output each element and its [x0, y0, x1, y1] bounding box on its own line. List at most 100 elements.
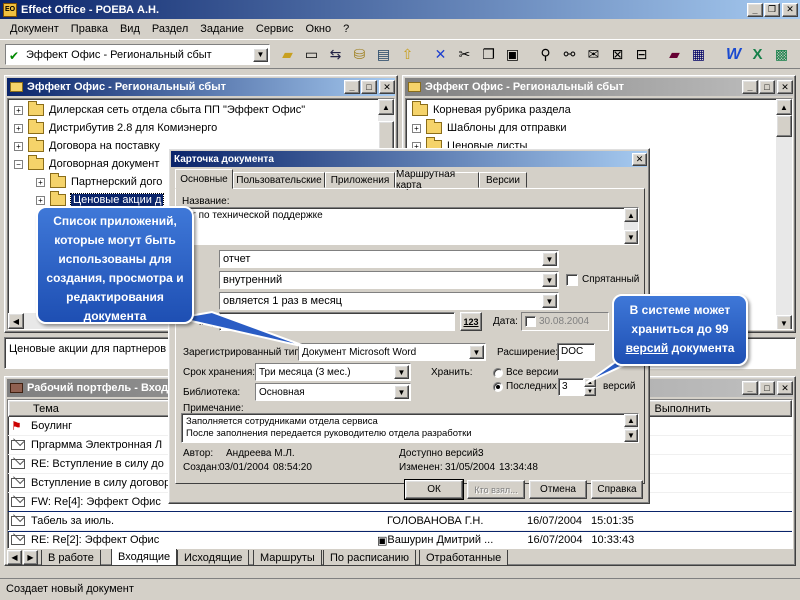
sheet-icon[interactable]: ▩	[770, 43, 793, 66]
reg-type-combo[interactable]: Документ Microsoft Word ▼	[298, 343, 486, 361]
table-row[interactable]: RE: Re[2]: Эффект Офис ▣ Вашурин Дмитрий .…	[8, 531, 792, 548]
chevron-down-icon[interactable]: ▼	[394, 385, 409, 399]
hidden-checkbox[interactable]	[566, 274, 578, 286]
chevron-down-icon[interactable]: ▼	[253, 47, 268, 62]
minimize-icon[interactable]: _	[742, 381, 758, 395]
versions-count-field[interactable]: 3	[558, 378, 584, 396]
folder-up-icon[interactable]: ⇧	[396, 43, 419, 66]
scrollbar-vertical[interactable]: ▲ ▼	[624, 208, 638, 244]
all-versions-radio[interactable]	[493, 368, 503, 378]
tree-item[interactable]: + Дистрибутив 2.8 для Комиэнерго	[14, 119, 394, 137]
storage-combo[interactable]: Три месяца (3 мес.) ▼	[255, 363, 411, 381]
briefcase-icon[interactable]: ▰	[663, 43, 686, 66]
chevron-down-icon[interactable]: ▼	[469, 345, 484, 359]
tree-item[interactable]: + Дилерская сеть отдела сбыта ПП "Эффект …	[14, 101, 394, 119]
portfolio-tab[interactable]: Маршруты	[253, 550, 322, 566]
dialog-tab[interactable]: Версии	[479, 172, 527, 188]
close-icon[interactable]: ✕	[782, 2, 798, 17]
close-icon[interactable]: ✕	[777, 381, 793, 395]
scroll-up-icon[interactable]: ▲	[624, 414, 638, 427]
move-icon[interactable]: ⇆	[324, 43, 347, 66]
cancel-button[interactable]: Отмена	[529, 480, 587, 499]
maximize-icon[interactable]: □	[759, 381, 775, 395]
menu-item[interactable]: Задание	[194, 23, 250, 35]
menu-item[interactable]: Окно	[300, 23, 338, 35]
minimize-icon[interactable]: _	[747, 2, 763, 17]
portfolio-tab[interactable]: По расписанию	[323, 550, 417, 566]
restore-icon[interactable]: ❐	[764, 2, 780, 17]
scroll-up-icon[interactable]: ▲	[378, 99, 394, 115]
expand-icon[interactable]: +	[36, 195, 45, 205]
close-icon[interactable]: ✕	[379, 80, 395, 94]
mail-icon[interactable]: ✉	[582, 43, 605, 66]
dialog-tab[interactable]: Пользовательские	[233, 172, 325, 188]
database-icon[interactable]: ⛁	[348, 43, 371, 66]
scroll-down-icon[interactable]: ▼	[624, 429, 638, 442]
maximize-icon[interactable]: □	[759, 80, 775, 94]
spin-up-icon[interactable]: ▲	[584, 378, 596, 387]
find-replace-icon[interactable]: ⚯	[558, 43, 581, 66]
type-combo[interactable]: отчет ▼	[219, 250, 559, 268]
scroll-up-icon[interactable]: ▲	[776, 99, 792, 115]
tab-scroll-right-icon[interactable]: ▶	[23, 550, 38, 565]
expand-icon[interactable]: +	[36, 177, 45, 187]
name-field[interactable]: ет по технической поддержке ▲ ▼	[181, 207, 639, 245]
tree-root[interactable]: Корневая рубрика раздела	[412, 101, 792, 119]
scroll-down-icon[interactable]: ▼	[624, 230, 638, 244]
tree-item[interactable]: + Шаблоны для отправки	[412, 119, 792, 137]
period-combo[interactable]: овляется 1 раз в месяц ▼	[219, 292, 559, 310]
chevron-down-icon[interactable]: ▼	[542, 252, 557, 266]
extension-field[interactable]: DOC	[557, 343, 595, 361]
scroll-down-icon[interactable]: ▼	[776, 315, 792, 329]
scroll-thumb[interactable]	[776, 115, 792, 137]
who-took-button[interactable]: Кто взял...	[467, 480, 525, 499]
column-perform[interactable]: Выполнить	[655, 403, 711, 415]
menu-item[interactable]: Вид	[114, 23, 146, 35]
minimize-icon[interactable]: _	[742, 80, 758, 94]
number-field[interactable]	[219, 312, 455, 331]
close-icon[interactable]: ✕	[777, 80, 793, 94]
excel-icon[interactable]: X	[746, 43, 769, 66]
scroll-up-icon[interactable]: ▲	[624, 208, 638, 222]
expand-icon[interactable]: +	[412, 123, 421, 133]
maximize-icon[interactable]: □	[361, 80, 377, 94]
table-row[interactable]: Табель за июль. ГОЛОВАНОВА Г.Н. 16/07/2004…	[8, 511, 792, 532]
dialog-tab[interactable]: Маршрутная карта	[395, 169, 479, 191]
close-icon[interactable]: ✕	[632, 152, 647, 166]
new-document-icon[interactable]: ▭	[300, 43, 323, 66]
section-combo[interactable]: ✔ Эффект Офис - Региональный сбыт ▼	[5, 44, 270, 65]
expand-icon[interactable]: +	[14, 141, 23, 151]
column-subject[interactable]: Тема	[33, 403, 59, 415]
expand-icon[interactable]: +	[14, 123, 23, 133]
folder-open-icon[interactable]: ▰	[276, 43, 299, 66]
properties-icon[interactable]: ▤	[372, 43, 395, 66]
scope-combo[interactable]: внутренний ▼	[219, 271, 559, 289]
menu-item[interactable]: Документ	[4, 23, 65, 35]
collapse-icon[interactable]: −	[14, 159, 23, 169]
chevron-down-icon[interactable]: ▼	[394, 365, 409, 379]
chevron-down-icon[interactable]: ▼	[542, 294, 557, 308]
spin-down-icon[interactable]: ▼	[584, 387, 596, 396]
help-button[interactable]: Справка	[591, 480, 643, 499]
minimize-icon[interactable]: _	[344, 80, 360, 94]
scrollbar-vertical[interactable]: ▲ ▼	[776, 99, 792, 329]
tab-scroll-left-icon[interactable]: ◀	[7, 550, 22, 565]
last-versions-radio[interactable]	[493, 382, 503, 392]
scrollbar-vertical[interactable]: ▲ ▼	[624, 414, 638, 442]
date-checkbox[interactable]	[525, 316, 536, 327]
auto-number-button[interactable]: 123	[460, 312, 482, 331]
dialog-tab[interactable]: Основные	[175, 169, 233, 189]
note-field[interactable]: Заполняется сотрудниками отдела сервиса …	[181, 413, 639, 443]
copy-icon[interactable]: ❐	[477, 43, 500, 66]
expand-icon[interactable]: +	[14, 105, 23, 115]
cut-icon[interactable]: ✂	[453, 43, 476, 66]
paste-icon[interactable]: ▣	[501, 43, 524, 66]
menu-item[interactable]: ?	[337, 23, 355, 35]
date-field[interactable]: 30.08.2004	[521, 312, 609, 331]
portfolio-tab[interactable]: Исходящие	[177, 550, 250, 566]
library-combo[interactable]: Основная ▼	[255, 383, 411, 401]
word-icon[interactable]: W	[722, 43, 745, 66]
portfolio-tab[interactable]: Отработанные	[419, 550, 509, 566]
menu-item[interactable]: Сервис	[250, 23, 300, 35]
menu-item[interactable]: Раздел	[146, 23, 194, 35]
